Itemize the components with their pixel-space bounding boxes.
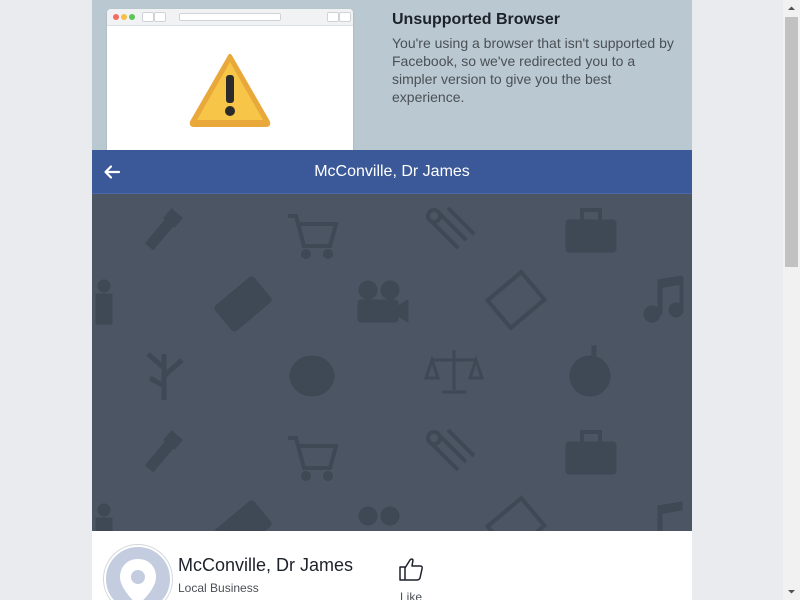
page-name: McConville, Dr James [178,555,354,575]
browser-illustration-toolbar [107,9,353,26]
film-camera-icon [358,506,400,526]
credit-card-icon [214,276,272,332]
location-pin-icon [120,559,156,600]
person-icon [95,279,113,325]
palette-icon [289,355,335,397]
paintbrush-icon [144,208,183,251]
banner-message: You're using a browser that isn't suppor… [392,35,674,105]
briefcase-icon [565,208,617,253]
scrollbar-thumb[interactable] [785,17,798,267]
vertical-scrollbar[interactable] [783,0,800,600]
minimize-dot [121,14,127,20]
scroll-down-arrow-icon[interactable] [783,583,800,600]
unsupported-browser-banner: Unsupported Browser You're using a brows… [92,0,692,159]
mock-tab [142,12,154,22]
scales-icon [423,350,485,394]
tree-icon [146,352,184,400]
like-button[interactable]: Like [394,557,428,600]
credit-card-icon [214,500,272,531]
browser-illustration [107,9,353,159]
page-title: McConville, Dr James [314,163,470,180]
back-arrow-icon[interactable] [102,162,122,182]
mock-button [327,12,339,22]
profile-picture[interactable] [104,545,172,600]
apple-icon [569,345,611,397]
column-icon [426,428,476,472]
page-category[interactable]: Local Business [178,581,259,595]
shopping-cart-icon [288,214,339,259]
column-icon [426,206,476,250]
thumbs-up-icon [399,558,423,581]
briefcase-icon [565,430,617,475]
like-label: Like [399,590,422,600]
mock-tab [154,12,166,22]
person-icon [95,503,113,531]
film-camera-icon [357,280,409,323]
facebook-page: Unsupported Browser You're using a brows… [92,0,692,600]
newspaper-icon [484,269,548,331]
maximize-dot [129,14,135,20]
music-note-icon [657,501,683,531]
mock-address-bar [179,13,281,21]
close-dot [113,14,119,20]
page-header-bar: McConville, Dr James [92,150,692,194]
newspaper-icon [484,495,548,531]
paintbrush-icon [144,430,183,473]
mock-button [339,12,351,22]
banner-title: Unsupported Browser [392,11,561,28]
cover-photo [92,194,692,531]
scroll-up-arrow-icon[interactable] [783,0,800,17]
warning-icon [189,54,271,127]
cover-pattern [95,206,684,531]
music-note-icon [643,275,684,323]
shopping-cart-icon [288,436,339,481]
page-info-section: McConville, Dr James Local Business Like [92,531,692,600]
